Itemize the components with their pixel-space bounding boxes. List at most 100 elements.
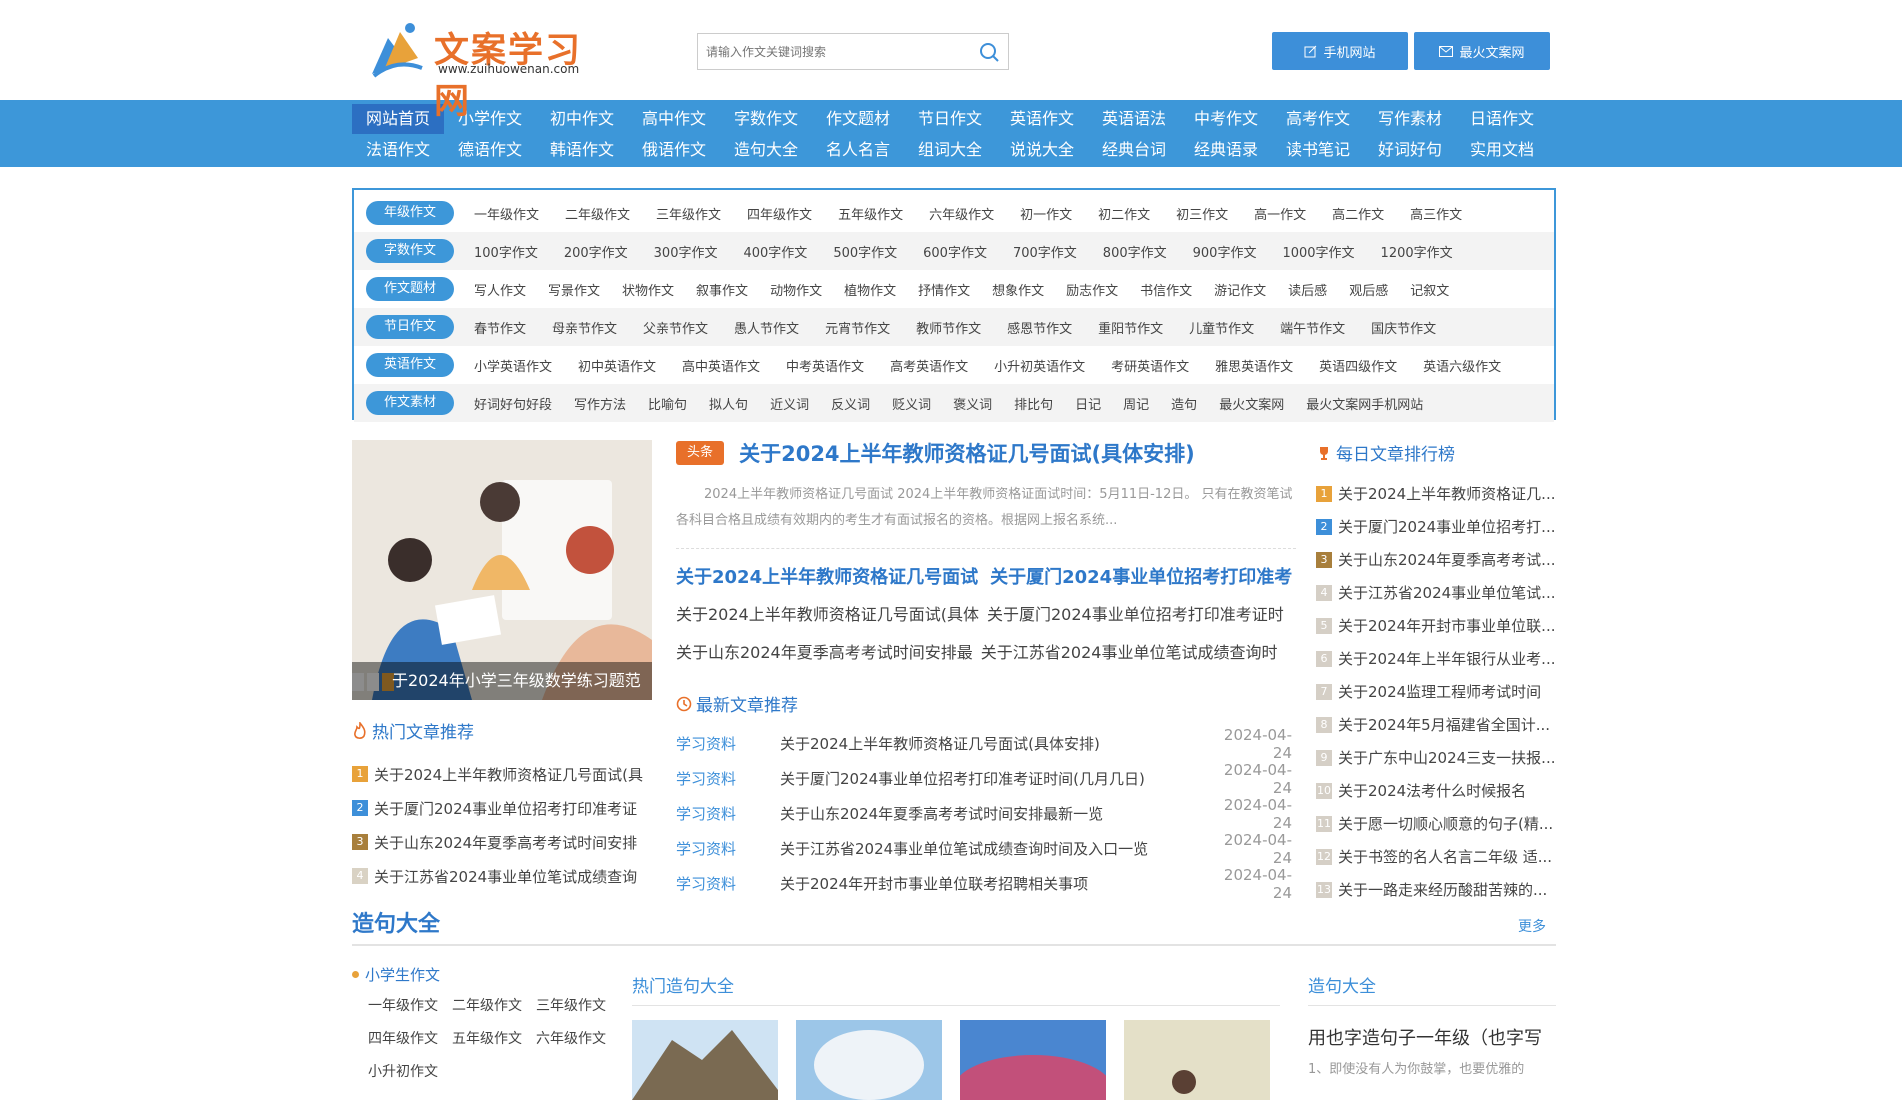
list-item-text[interactable]: 关于2024年开封市事业单位联... (1338, 615, 1555, 636)
category-link[interactable]: 日记 (1075, 394, 1101, 413)
table-row[interactable]: 学习资料 关于山东2024年夏季高考考试时间安排最新一览 2024-04-24 (676, 796, 1296, 832)
article-title[interactable]: 关于2024上半年教师资格证几号面试(具体安排) (780, 733, 1212, 754)
category-link[interactable]: 端午节作文 (1280, 318, 1345, 337)
hot-copy-button[interactable]: 最火文案网 (1414, 32, 1550, 70)
category-link[interactable]: 励志作文 (1066, 280, 1118, 299)
nav-item[interactable]: 节日作文 (904, 104, 996, 134)
category-link[interactable]: 高一作文 (1254, 204, 1306, 223)
nav-item[interactable]: 日语作文 (1456, 104, 1548, 134)
category-link[interactable]: 春节作文 (474, 318, 526, 337)
category-link[interactable]: 母亲节作文 (552, 318, 617, 337)
category-link[interactable]: 500字作文 (833, 242, 897, 261)
article-type[interactable]: 学习资料 (676, 803, 780, 824)
category-link[interactable]: 高二作文 (1332, 204, 1384, 223)
mobile-site-button[interactable]: 手机网站 (1272, 32, 1408, 70)
category-link[interactable]: 高考英语作文 (890, 356, 968, 375)
category-link[interactable]: 想象作文 (992, 280, 1044, 299)
list-item-text[interactable]: 关于2024年上半年银行从业考... (1338, 648, 1555, 669)
category-link[interactable]: 叙事作文 (696, 280, 748, 299)
essay-link[interactable]: 五年级作文 (452, 1028, 536, 1048)
category-link[interactable]: 初二作文 (1098, 204, 1150, 223)
category-link[interactable]: 感恩节作文 (1007, 318, 1072, 337)
list-item[interactable]: 2 关于厦门2024事业单位招考打印准考证 (352, 791, 652, 825)
list-item-text[interactable]: 关于书签的名人名言二年级 适... (1338, 846, 1552, 867)
category-link[interactable]: 三年级作文 (656, 204, 721, 223)
nav-item[interactable]: 好词好句 (1364, 135, 1456, 165)
nav-item[interactable]: 说说大全 (996, 135, 1088, 165)
category-link[interactable]: 儿童节作文 (1189, 318, 1254, 337)
sub-link[interactable]: 关于厦门2024事业单位招考打印准考证时 (987, 601, 1284, 625)
category-link[interactable]: 写人作文 (474, 280, 526, 299)
nav-item[interactable]: 经典台词 (1088, 135, 1180, 165)
category-link[interactable]: 近义词 (770, 394, 809, 413)
nav-item[interactable]: 读书笔记 (1272, 135, 1364, 165)
category-link[interactable]: 一年级作文 (474, 204, 539, 223)
sub-headline[interactable]: 关于2024上半年教师资格证几号面试 (676, 563, 978, 589)
table-row[interactable]: 学习资料 关于厦门2024事业单位招考打印准考证时间(几月几日) 2024-04-2… (676, 761, 1296, 797)
category-link[interactable]: 重阳节作文 (1098, 318, 1163, 337)
category-link[interactable]: 700字作文 (1013, 242, 1077, 261)
list-item-text[interactable]: 关于江苏省2024事业单位笔试成绩查询 (374, 866, 637, 887)
list-item-text[interactable]: 关于2024上半年教师资格证几... (1338, 483, 1555, 504)
headline-title[interactable]: 关于2024上半年教师资格证几号面试(具体安排) (739, 442, 1195, 466)
table-row[interactable]: 学习资料 关于2024上半年教师资格证几号面试(具体安排) 2024-04-24 (676, 726, 1296, 762)
sentence-title[interactable]: 用也字造句子一年级（也字写 (1308, 1024, 1556, 1050)
category-link[interactable]: 小升初英语作文 (994, 356, 1085, 375)
essay-link[interactable]: 小升初作文 (368, 1061, 452, 1081)
list-item-text[interactable]: 关于2024法考什么时候报名 (1338, 780, 1526, 801)
list-item[interactable]: 2 关于厦门2024事业单位招考打... (1316, 510, 1556, 543)
list-item[interactable]: 3 关于山东2024年夏季高考考试时间安排 (352, 825, 652, 859)
nav-item[interactable]: 法语作文 (352, 135, 444, 165)
site-logo[interactable]: 文案学习网 www.zuihuowenan.com (366, 18, 616, 122)
category-link[interactable]: 拟人句 (709, 394, 748, 413)
category-link[interactable]: 初三作文 (1176, 204, 1228, 223)
category-link[interactable]: 英语六级作文 (1423, 356, 1501, 375)
category-link[interactable]: 植物作文 (844, 280, 896, 299)
list-item[interactable]: 3 关于山东2024年夏季高考考试... (1316, 543, 1556, 576)
nav-item[interactable]: 俄语作文 (628, 135, 720, 165)
category-link[interactable]: 四年级作文 (747, 204, 812, 223)
list-item[interactable]: 1 关于2024上半年教师资格证几号面试(具 (352, 757, 652, 791)
category-link[interactable]: 褒义词 (953, 394, 992, 413)
category-link[interactable]: 写景作文 (548, 280, 600, 299)
category-link[interactable]: 1000字作文 (1282, 242, 1354, 261)
category-link[interactable]: 二年级作文 (565, 204, 630, 223)
table-row[interactable]: 学习资料 关于江苏省2024事业单位笔试成绩查询时间及入口一览 2024-04-24 (676, 831, 1296, 867)
nav-item[interactable]: 字数作文 (720, 104, 812, 134)
nav-item[interactable]: 英语语法 (1088, 104, 1180, 134)
nav-item[interactable]: 经典语录 (1180, 135, 1272, 165)
list-item-text[interactable]: 关于江苏省2024事业单位笔试... (1338, 582, 1555, 603)
category-link[interactable]: 200字作文 (564, 242, 628, 261)
nav-item[interactable]: 实用文档 (1456, 135, 1548, 165)
category-link[interactable]: 好词好句好段 (474, 394, 552, 413)
category-link[interactable]: 1200字作文 (1381, 242, 1453, 261)
sub-link[interactable]: 关于山东2024年夏季高考考试时间安排最 (676, 639, 973, 663)
list-item-text[interactable]: 关于山东2024年夏季高考考试时间安排 (374, 832, 637, 853)
article-type[interactable]: 学习资料 (676, 838, 780, 859)
category-link[interactable]: 400字作文 (743, 242, 807, 261)
essay-link[interactable]: 二年级作文 (452, 995, 536, 1015)
category-link[interactable]: 100字作文 (474, 242, 538, 261)
nav-item[interactable]: 作文题材 (812, 104, 904, 134)
category-link[interactable]: 写作方法 (574, 394, 626, 413)
nav-item[interactable]: 高中作文 (628, 104, 720, 134)
category-link[interactable]: 动物作文 (770, 280, 822, 299)
article-title[interactable]: 关于2024年开封市事业单位联考招聘相关事项 (780, 873, 1212, 894)
category-link[interactable]: 状物作文 (622, 280, 674, 299)
list-item[interactable]: 12 关于书签的名人名言二年级 适... (1316, 840, 1556, 873)
category-link[interactable]: 600字作文 (923, 242, 987, 261)
category-badge[interactable]: 作文题材 (366, 277, 454, 301)
category-badge[interactable]: 英语作文 (366, 353, 454, 377)
sub-link[interactable]: 关于2024上半年教师资格证几号面试(具体 (676, 601, 979, 625)
article-title[interactable]: 关于江苏省2024事业单位笔试成绩查询时间及入口一览 (780, 838, 1212, 859)
essay-link[interactable]: 三年级作文 (536, 995, 620, 1015)
category-link[interactable]: 考研英语作文 (1111, 356, 1189, 375)
category-link[interactable]: 900字作文 (1193, 242, 1257, 261)
list-item-text[interactable]: 关于2024年5月福建省全国计... (1338, 714, 1550, 735)
article-type[interactable]: 学习资料 (676, 733, 780, 754)
section-title[interactable]: 造句大全 (352, 912, 440, 937)
article-type[interactable]: 学习资料 (676, 768, 780, 789)
nav-item[interactable]: 高考作文 (1272, 104, 1364, 134)
list-item[interactable]: 4 关于江苏省2024事业单位笔试成绩查询 (352, 859, 652, 893)
list-item-text[interactable]: 关于厦门2024事业单位招考打印准考证 (374, 798, 637, 819)
